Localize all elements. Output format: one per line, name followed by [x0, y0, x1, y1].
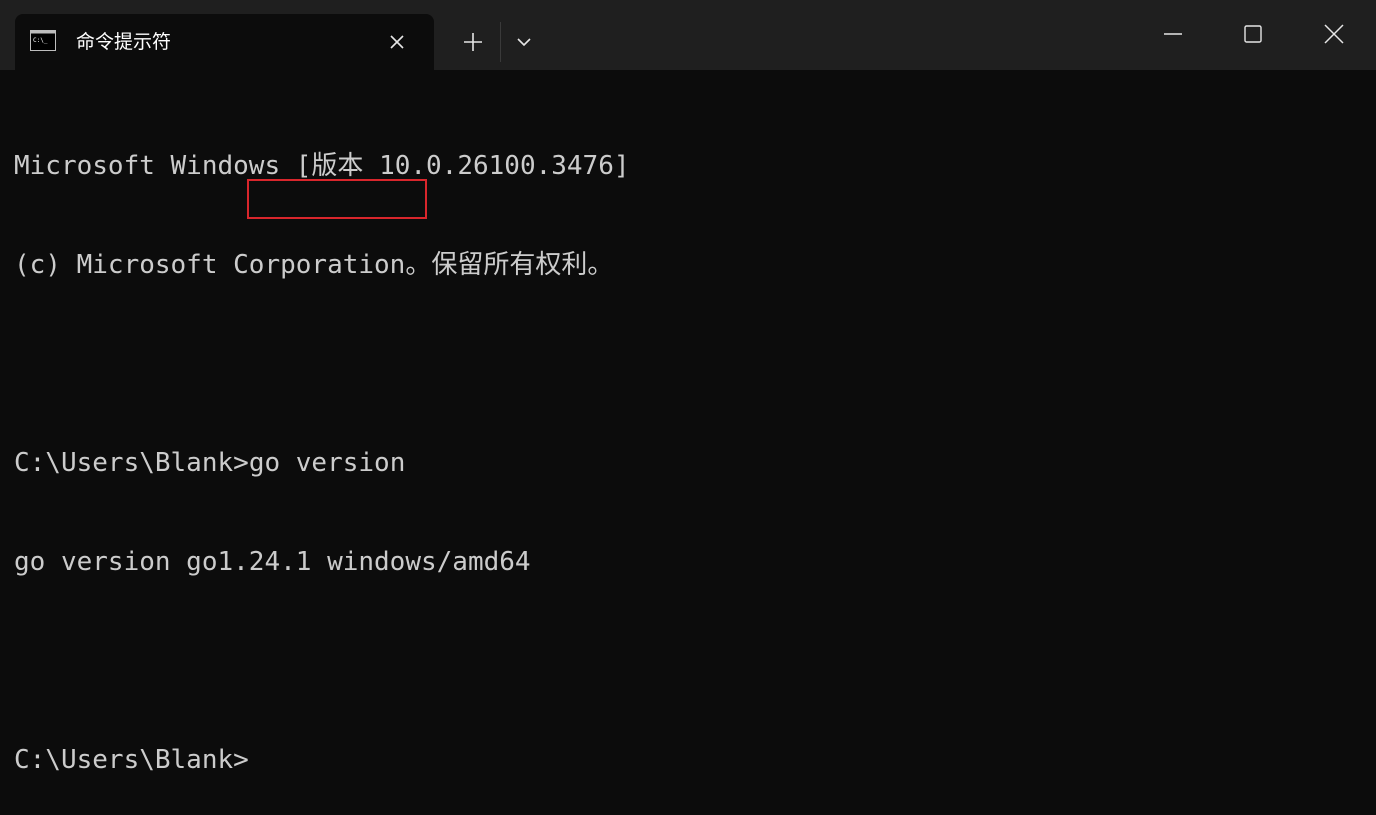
close-icon — [1324, 24, 1344, 44]
terminal-line-command: C:\Users\Blank>go version — [14, 447, 1364, 480]
terminal-icon: C:\_ — [30, 30, 56, 51]
tab-dropdown-button[interactable] — [507, 25, 541, 59]
plus-icon — [464, 33, 482, 51]
terminal-line-copyright: (c) Microsoft Corporation。保留所有权利。 — [14, 250, 614, 280]
title-bar: C:\_ 命令提示符 — [0, 0, 1376, 70]
minimize-button[interactable] — [1133, 0, 1213, 68]
svg-text:C:\_: C:\_ — [33, 37, 48, 44]
tab-separator — [500, 22, 501, 62]
tab-title: 命令提示符 — [76, 31, 172, 53]
terminal-output[interactable]: Microsoft Windows [版本 10.0.26100.3476] (… — [14, 84, 1364, 804]
terminal-line-output: go version go1.24.1 windows/amd64 — [14, 547, 531, 577]
terminal-window: C:\_ 命令提示符 Microsoft Windows [版本 10.0.26… — [0, 0, 1376, 815]
maximize-button[interactable] — [1213, 0, 1293, 68]
maximize-icon — [1244, 25, 1262, 43]
close-tab-button[interactable] — [386, 31, 408, 53]
prompt: C:\Users\Blank> — [14, 448, 249, 478]
terminal-line-prompt: C:\Users\Blank> — [14, 745, 249, 775]
terminal-line-banner: Microsoft Windows [版本 10.0.26100.3476] — [14, 151, 630, 181]
new-tab-button[interactable] — [454, 25, 492, 59]
command-text: go version — [248, 448, 406, 478]
chevron-down-icon — [517, 38, 531, 47]
minimize-icon — [1164, 33, 1182, 35]
close-icon — [390, 35, 404, 49]
tab-command-prompt[interactable]: C:\_ 命令提示符 — [15, 14, 434, 70]
close-window-button[interactable] — [1294, 0, 1374, 68]
